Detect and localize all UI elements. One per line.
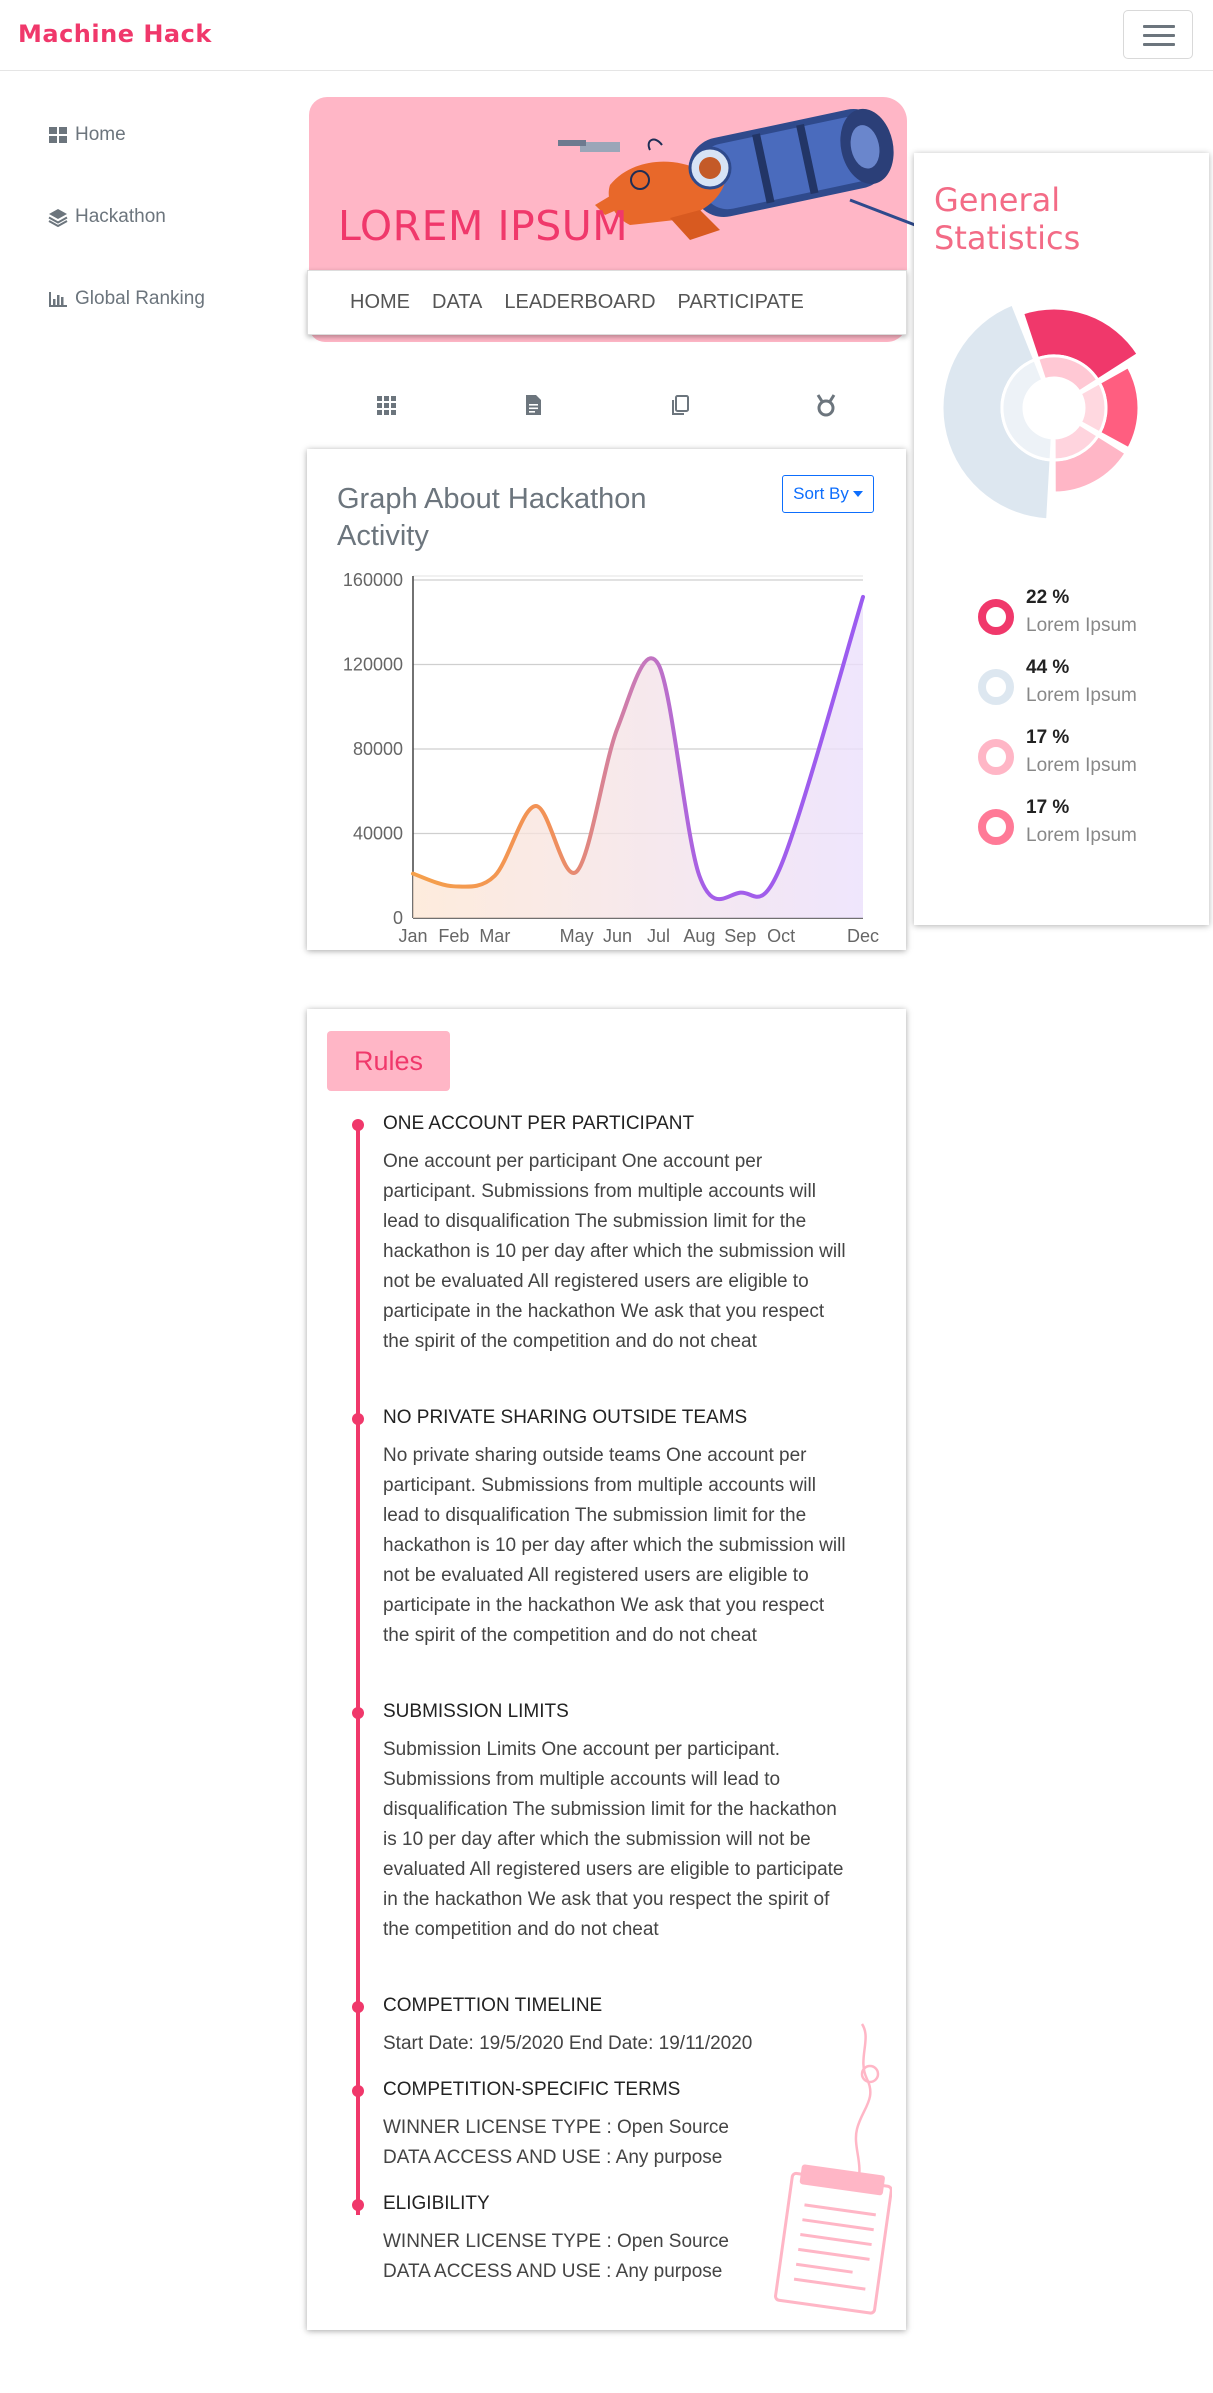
legend-ring-icon: [978, 599, 1014, 635]
legend-label: Lorem Ipsum: [1026, 615, 1137, 636]
legend-label: Lorem Ipsum: [1026, 755, 1137, 776]
x-tick-label: May: [560, 926, 594, 946]
x-tick-label: Feb: [438, 926, 469, 946]
activity-chart-card: Graph About Hackathon Activity Sort By 0…: [307, 449, 906, 950]
banner-nav: HOME DATA LEADERBOARD PARTICIPATE: [307, 270, 907, 335]
legend-percent: 17 %: [1026, 727, 1070, 748]
activity-line-chart: 0 40000 80000 120000 160000 Jan Feb Mar May Jun Ju…: [343, 570, 879, 946]
sidebar-item-label: Hackathon: [75, 206, 166, 227]
menu-bar-icon: [1143, 43, 1175, 46]
sidebar-item-label: Home: [75, 124, 126, 145]
rule-heading: SUBMISSION LIMITS: [383, 1701, 569, 1722]
timeline-dot: [352, 1413, 364, 1425]
general-statistics-panel: General Statistics 22 % Lorem Ipsum 44 %…: [914, 153, 1209, 925]
tab-data[interactable]: DATA: [432, 291, 482, 314]
menu-toggle-button[interactable]: [1123, 10, 1193, 59]
legend-ring-icon: [978, 669, 1014, 705]
y-tick-label: 120000: [343, 655, 403, 675]
x-tick-label: Sep: [724, 926, 756, 946]
bar-chart-icon: [49, 292, 67, 307]
brand-logo[interactable]: Machine Hack: [18, 20, 212, 48]
tab-participate[interactable]: PARTICIPATE: [678, 291, 804, 314]
stats-title: General Statistics: [934, 181, 1081, 257]
medal-icon[interactable]: [813, 392, 839, 418]
x-tick-label: Mar: [479, 926, 510, 946]
sidebar-item-label: Global Ranking: [75, 288, 205, 309]
x-tick-label: Jan: [398, 926, 427, 946]
timeline-line: [356, 1125, 360, 2215]
tab-leaderboard[interactable]: LEADERBOARD: [504, 291, 655, 314]
rule-heading: ELIGIBILITY: [383, 2193, 490, 2214]
clipboard-illustration: [774, 2023, 892, 2315]
tab-home[interactable]: HOME: [350, 291, 410, 314]
x-tick-label: Oct: [767, 926, 795, 946]
legend-item: 22 % Lorem Ipsum: [978, 587, 1178, 643]
timeline-dot: [352, 2001, 364, 2013]
legend-item: 17 % Lorem Ipsum: [978, 797, 1178, 853]
timeline-dot: [352, 2199, 364, 2211]
legend-ring-icon: [978, 739, 1014, 775]
legend-label: Lorem Ipsum: [1026, 825, 1137, 846]
copy-icon[interactable]: [667, 392, 693, 418]
sidebar-item-global-ranking[interactable]: Global Ranking: [48, 288, 205, 310]
y-tick-label: 40000: [353, 824, 403, 844]
y-tick-label: 160000: [343, 570, 403, 590]
legend-percent: 17 %: [1026, 797, 1070, 818]
sidebar-item-home[interactable]: Home: [48, 124, 126, 146]
x-tick-label: Dec: [847, 926, 879, 946]
timeline-dot: [352, 1119, 364, 1131]
rule-text: No private sharing outside teams One acc…: [383, 1445, 846, 1646]
y-tick-label: 80000: [353, 739, 403, 759]
document-icon[interactable]: [520, 392, 546, 418]
x-tick-label: Jun: [603, 926, 632, 946]
legend-item: 17 % Lorem Ipsum: [978, 727, 1178, 783]
legend-item: 44 % Lorem Ipsum: [978, 657, 1178, 713]
legend-ring-icon: [978, 809, 1014, 845]
layers-icon: [48, 209, 68, 227]
rules-tag: Rules: [327, 1031, 450, 1091]
timeline-dot: [352, 1707, 364, 1719]
rule-heading: COMPETTION TIMELINE: [383, 1995, 603, 2016]
rule-heading: ONE ACCOUNT PER PARTICIPANT: [383, 1113, 695, 1134]
legend-percent: 44 %: [1026, 657, 1070, 678]
x-tick-label: Jul: [647, 926, 670, 946]
menu-bar-icon: [1143, 34, 1175, 37]
stats-donut-chart: [940, 302, 1141, 522]
donut-hole: [1024, 378, 1084, 438]
legend-percent: 22 %: [1026, 587, 1070, 608]
grid-icon[interactable]: [374, 392, 400, 418]
rules-card: Rules ONE ACCOUNT PER PARTICIPANT One ac…: [307, 1009, 906, 2330]
rule-text: Submission Limits One account per partic…: [383, 1739, 844, 1940]
grid-icon: [49, 127, 67, 143]
sidebar-item-hackathon[interactable]: Hackathon: [48, 206, 166, 228]
legend-label: Lorem Ipsum: [1026, 685, 1137, 706]
timeline-dot: [352, 2085, 364, 2097]
rule-heading: COMPETITION-SPECIFIC TERMS: [383, 2079, 681, 2100]
rule-heading: NO PRIVATE SHARING OUTSIDE TEAMS: [383, 1407, 748, 1428]
y-tick-label: 0: [393, 908, 403, 928]
banner-title: LOREM IPSUM: [338, 202, 629, 250]
rule-text: One account per participant One account …: [383, 1151, 846, 1352]
top-navbar: Machine Hack: [0, 0, 1213, 71]
series-area: [413, 596, 863, 918]
x-tick-label: Aug: [683, 926, 715, 946]
menu-bar-icon: [1143, 25, 1175, 28]
